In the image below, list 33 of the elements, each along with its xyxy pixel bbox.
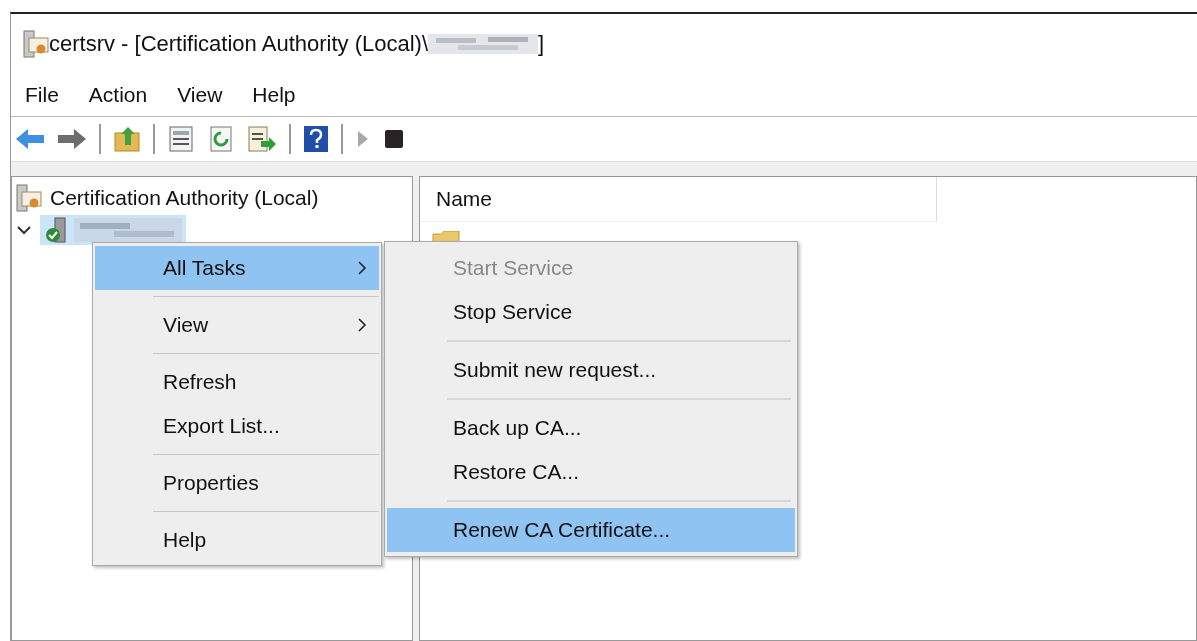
chevron-right-icon	[357, 318, 367, 332]
menu-item[interactable]: Restore CA...	[387, 450, 795, 494]
menu-item[interactable]: Help	[95, 518, 379, 562]
chevron-icon[interactable]	[16, 224, 32, 236]
tree-item[interactable]: Certification Authority (Local)	[50, 186, 319, 210]
refresh-icon[interactable]	[207, 125, 235, 153]
certificate-server-icon	[23, 30, 49, 58]
chevron-right-icon	[357, 261, 367, 275]
window-title-end: ]	[538, 31, 545, 57]
menu-item[interactable]: Export List...	[95, 404, 379, 448]
menu-item[interactable]: View	[177, 83, 223, 107]
window-title: certsrv - [Certification Authority (Local)\	[49, 31, 428, 57]
export-list-icon[interactable]	[247, 125, 277, 153]
properties-icon[interactable]	[167, 125, 195, 153]
stop-icon[interactable]	[383, 128, 405, 150]
menu-item[interactable]: Properties	[95, 461, 379, 505]
menu-item[interactable]: All Tasks	[95, 246, 379, 290]
menu-item[interactable]: Refresh	[95, 360, 379, 404]
menu-item[interactable]: File	[25, 83, 59, 107]
forward-arrow-icon[interactable]	[57, 127, 87, 151]
menu-item[interactable]: View	[95, 303, 379, 347]
menu-item[interactable]: Stop Service	[387, 290, 795, 334]
menu-item[interactable]: Action	[88, 83, 148, 107]
help-icon[interactable]	[303, 125, 329, 153]
menu-item[interactable]: Renew CA Certificate...	[387, 508, 795, 552]
tree-item[interactable]	[40, 215, 186, 245]
column-header[interactable]: Name	[436, 187, 493, 211]
menu-item[interactable]: Submit new request...	[387, 348, 795, 392]
back-arrow-icon[interactable]	[15, 127, 45, 151]
menu-item[interactable]: Back up CA...	[387, 406, 795, 450]
certificate-authority-icon	[16, 184, 42, 212]
folder-up-icon[interactable]	[113, 125, 141, 153]
menu-item[interactable]: Help	[252, 83, 296, 107]
